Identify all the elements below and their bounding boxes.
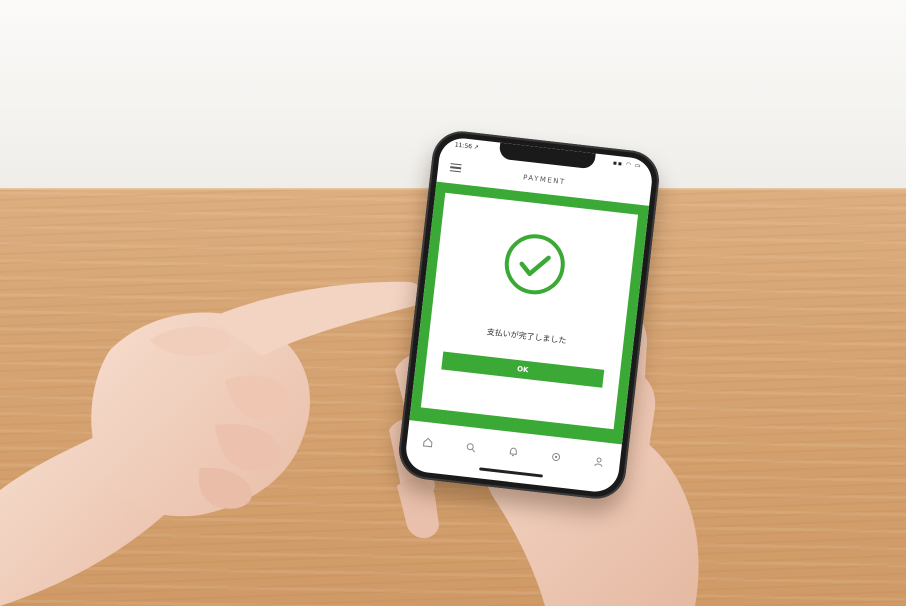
check-circle-icon <box>504 234 565 295</box>
phone-screen: 11:56 ↗ ▪▪ ◠ ▭ PAYMENT 支払いが完了しました OK <box>403 135 655 495</box>
search-icon[interactable] <box>464 441 477 454</box>
home-indicator[interactable] <box>479 467 544 478</box>
profile-icon[interactable] <box>592 455 605 468</box>
payment-complete-dialog: 支払いが完了しました OK <box>420 192 639 430</box>
smartphone: 11:56 ↗ ▪▪ ◠ ▭ PAYMENT 支払いが完了しました OK <box>395 128 663 502</box>
home-icon[interactable] <box>422 436 435 449</box>
pointing-hand <box>0 281 424 606</box>
ok-button[interactable]: OK <box>441 351 605 388</box>
bell-icon[interactable] <box>507 445 520 458</box>
status-icons: ▪▪ ◠ ▭ <box>612 159 642 170</box>
settings-icon[interactable] <box>549 450 562 463</box>
dialog-message: 支払いが完了しました <box>486 327 567 346</box>
status-time: 11:56 ↗ <box>454 141 480 152</box>
